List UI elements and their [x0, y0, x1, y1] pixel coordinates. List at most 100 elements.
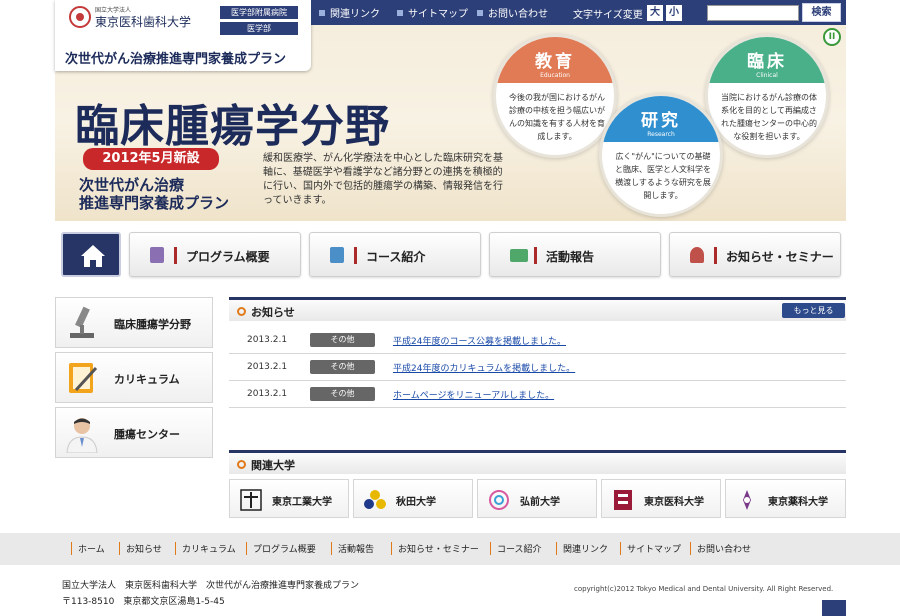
news-title-link[interactable]: 平成24年度のカリキュラムを掲載しました。	[393, 361, 575, 374]
footer-link[interactable]: プログラム概要	[246, 542, 316, 555]
news-row: 2013.2.1 その他 ホームページをリニューアルしました。	[229, 381, 846, 408]
tokyo-pharmacy-logo-icon	[743, 490, 751, 510]
logo-university-name: 東京医科歯科大学	[95, 15, 192, 29]
circle-research[interactable]: 研究 Research 広く"がん"についての基礎と臨床、医学と人文科学を横渡し…	[599, 93, 723, 217]
news-date: 2013.2.1	[247, 362, 288, 372]
related-univ-hirosaki[interactable]: 弘前大学	[477, 479, 597, 518]
sidebar-item-label: 臨床腫瘍学分野	[114, 318, 191, 331]
top-link-contact[interactable]: お問い合わせ	[477, 5, 548, 20]
nav-program-overview[interactable]: プログラム概要	[129, 232, 301, 277]
nav-activity-label: 活動報告	[546, 250, 595, 264]
akita-logo-icon	[364, 490, 386, 509]
report-icon	[510, 249, 528, 262]
tokyo-medical-logo-icon	[614, 490, 632, 510]
search-button[interactable]: 検索	[802, 3, 841, 22]
search-input[interactable]	[707, 5, 799, 21]
related-univ-tokyo-tech[interactable]: 東京工業大学	[229, 479, 349, 518]
footer-copyright: copyright(c)2012 Tokyo Medical and Denta…	[574, 585, 834, 593]
faculty-badge[interactable]: 医学部	[220, 22, 298, 35]
related-univ-tokyo-medical[interactable]: 東京医科大学	[601, 479, 721, 518]
tokyo-tech-logo-icon	[240, 489, 262, 511]
footer-link[interactable]: 活動報告	[331, 542, 374, 555]
circle-research-text: 広く"がん"についての基礎と臨床、医学と人文科学を横渡しするような研究を展開しま…	[615, 152, 711, 200]
news-title-link[interactable]: ホームページをリニューアルしました。	[393, 388, 554, 401]
hero-title: 臨床腫瘍学分野	[75, 101, 390, 152]
circle-clinical[interactable]: 臨床 Clinical 当院におけるがん診療の体系化を目的として再編成された腫瘍…	[705, 34, 829, 158]
new-badge: 2012年5月新設	[83, 148, 219, 170]
related-univ-label: 秋田大学	[396, 497, 436, 508]
nav-course[interactable]: コース紹介	[309, 232, 481, 277]
circle-research-title: 研究	[641, 111, 681, 131]
circle-education-cap: 教育 Education	[496, 37, 614, 83]
top-bar: 関連リンク サイトマップ お問い合わせ 文字サイズ変更 大 小 検索	[311, 0, 846, 25]
nav-divider	[174, 247, 177, 264]
bullet-icon	[237, 307, 246, 316]
circle-clinical-text: 当院におけるがん診療の体系化を目的として再編成された腫瘍センターの中心的な役割を…	[721, 93, 817, 141]
hero-description: 緩和医療学、がん化学療法を中心とした臨床研究を基軸に、基礎医学や看護学など諸分野…	[263, 153, 503, 206]
circle-research-cap: 研究 Research	[602, 96, 720, 142]
footer-link[interactable]: お知らせ	[119, 542, 162, 555]
font-size-label: 文字サイズ変更	[573, 10, 643, 21]
related-univ-label: 東京薬科大学	[768, 497, 828, 508]
related-univ-label: 東京医科大学	[644, 497, 704, 508]
font-large-button[interactable]: 大	[647, 5, 663, 21]
footer-info: 国立大学法人 東京医科歯科大学 次世代がん治療推進専門家養成プラン 〒113-8…	[0, 565, 900, 616]
footer-address: 〒113-8510 東京都文京区湯島1-5-45	[62, 597, 225, 607]
nav-divider	[354, 247, 357, 264]
logo-box[interactable]: 国立大学法人 東京医科歯科大学 医学部附属病院 医学部 次世代がん治療推進専門家…	[55, 0, 311, 71]
circle-education-subtitle: Education	[540, 72, 570, 79]
page-top-button[interactable]	[822, 600, 846, 616]
top-link-sitemap[interactable]: サイトマップ	[397, 5, 468, 20]
sidebar-item-tumor-center[interactable]: 腫瘍センター	[55, 407, 213, 458]
top-link-related[interactable]: 関連リンク	[319, 5, 380, 20]
hero-plan: 次世代がん治療 推進専門家養成プラン	[79, 176, 229, 212]
news-row: 2013.2.1 その他 平成24年度のコース公募を掲載しました。	[229, 327, 846, 354]
nav-news-seminar[interactable]: お知らせ・セミナー	[669, 232, 841, 277]
notebook-icon	[69, 363, 98, 393]
bullet-icon	[237, 460, 246, 469]
news-category-badge: その他	[310, 387, 375, 401]
nav-divider	[534, 247, 537, 264]
circle-education[interactable]: 教育 Education 今後の我が国におけるがん診療の中核を担う幅広いがんの知…	[493, 34, 617, 158]
nav-activity[interactable]: 活動報告	[489, 232, 661, 277]
nav-divider	[714, 247, 717, 264]
footer-link[interactable]: お問い合わせ	[690, 542, 751, 555]
bullet-icon	[319, 10, 325, 16]
circle-clinical-cap: 臨床 Clinical	[708, 37, 826, 83]
news-row: 2013.2.1 その他 平成24年度のカリキュラムを掲載しました。	[229, 354, 846, 381]
circle-education-text: 今後の我が国におけるがん診療の中核を担う幅広いがんの知識を有する人材を育成します…	[509, 93, 605, 141]
hero-plan-line1: 次世代がん治療	[79, 176, 185, 194]
circle-research-subtitle: Research	[647, 131, 675, 138]
news-title-link[interactable]: 平成24年度のコース公募を掲載しました。	[393, 334, 566, 347]
pause-icon[interactable]: II	[823, 28, 841, 46]
hirosaki-logo-icon	[489, 490, 509, 510]
footer-link[interactable]: コース紹介	[490, 542, 542, 555]
footer-link[interactable]: お知らせ・セミナー	[391, 542, 479, 555]
font-small-button[interactable]: 小	[666, 5, 682, 21]
footer-link[interactable]: ホーム	[71, 542, 105, 555]
footer-link[interactable]: 関連リンク	[556, 542, 608, 555]
sidebar-item-label: カリキュラム	[114, 373, 180, 386]
related-univ-label: 弘前大学	[520, 497, 560, 508]
sidebar-item-clinical-oncology[interactable]: 臨床腫瘍学分野	[55, 297, 213, 348]
sidebar-item-curriculum[interactable]: カリキュラム	[55, 352, 213, 403]
footer-link[interactable]: サイトマップ	[620, 542, 681, 555]
more-button[interactable]: もっと見る	[782, 303, 845, 318]
related-heading: 関連大学	[251, 459, 295, 472]
circle-clinical-subtitle: Clinical	[756, 72, 778, 79]
nav-news-seminar-label: お知らせ・セミナー	[726, 250, 834, 264]
footer-link[interactable]: カリキュラム	[175, 542, 236, 555]
sidebar-item-label: 腫瘍センター	[114, 428, 180, 441]
home-button[interactable]	[61, 232, 121, 277]
related-header: 関連大学	[229, 450, 846, 474]
news-category-badge: その他	[310, 333, 375, 347]
related-univ-akita[interactable]: 秋田大学	[353, 479, 473, 518]
people-icon	[690, 247, 704, 263]
related-univ-tokyo-pharmacy[interactable]: 東京薬科大学	[725, 479, 846, 518]
bullet-icon	[477, 10, 483, 16]
book-icon	[330, 247, 344, 263]
top-link-sitemap-label: サイトマップ	[408, 9, 468, 20]
hospital-badge[interactable]: 医学部附属病院	[220, 6, 298, 19]
bullet-icon	[397, 10, 403, 16]
logo-plan-title: 次世代がん治療推進専門家養成プラン	[65, 52, 287, 67]
